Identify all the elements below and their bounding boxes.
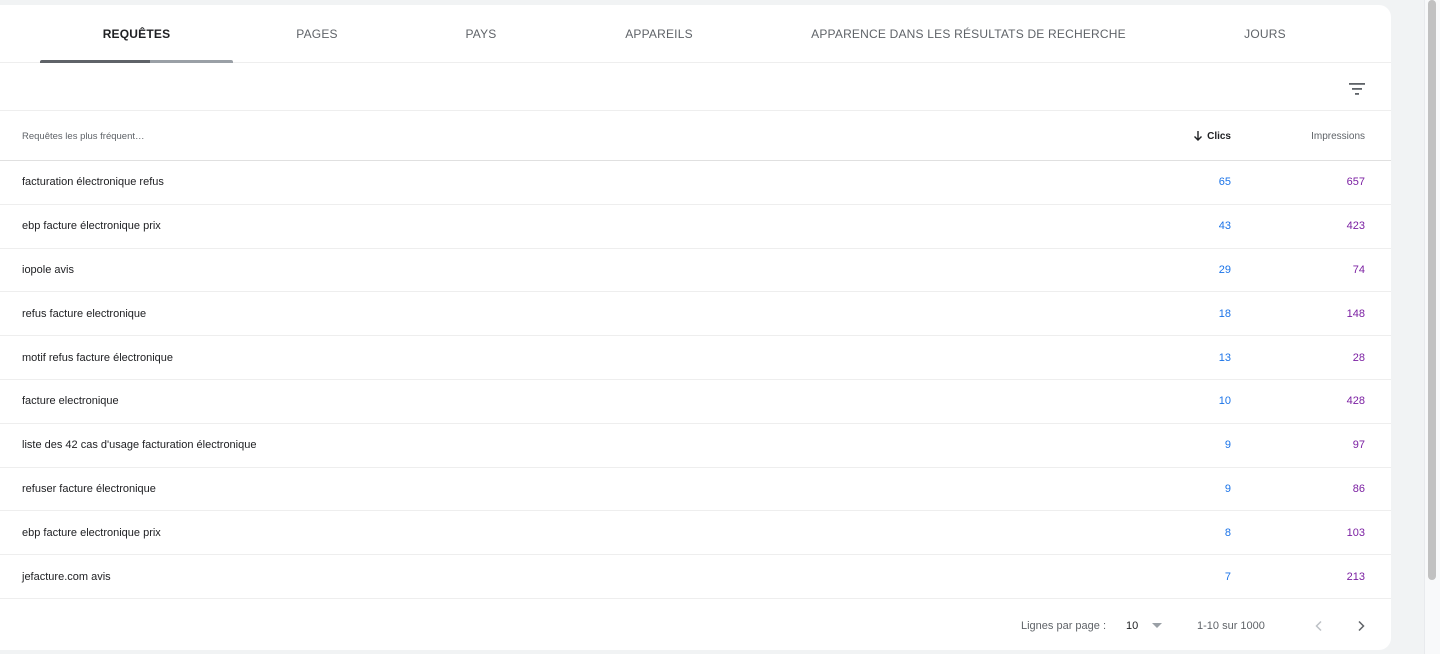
clicks-cell: 13 — [1218, 351, 1231, 364]
dimension-tabs: REQUÊTES PAGES PAYS APPAREILS APPARENCE … — [0, 5, 1391, 63]
clicks-cell: 8 — [1224, 526, 1231, 539]
filter-toolbar — [0, 63, 1391, 111]
dropdown-arrow-icon — [1152, 623, 1163, 628]
tab-search-appearance[interactable]: APPARENCE DANS LES RÉSULTATS DE RECHERCH… — [757, 5, 1180, 63]
query-cell: iopole avis — [22, 263, 74, 276]
query-cell: facturation électronique refus — [22, 176, 164, 189]
query-cell: ebp facture electronique prix — [22, 526, 161, 539]
impressions-cell: 213 — [1346, 570, 1365, 583]
impressions-cell: 28 — [1352, 351, 1365, 364]
pagination-range: 1-10 sur 1000 — [1197, 620, 1265, 632]
query-cell: refuser facture électronique — [22, 482, 156, 495]
table-row[interactable]: refus facture electronique 18 148 — [0, 292, 1391, 337]
clicks-cell: 18 — [1218, 307, 1231, 320]
query-cell: refus facture electronique — [22, 307, 147, 320]
clicks-cell: 7 — [1224, 570, 1231, 583]
clicks-cell: 43 — [1218, 220, 1231, 233]
query-cell: liste des 42 cas d'usage facturation éle… — [22, 439, 257, 452]
next-page-button[interactable] — [1349, 614, 1373, 638]
rows-per-page-select[interactable]: 10 — [1126, 602, 1163, 650]
table-header: Requêtes les plus fréquent… Clics Impres… — [0, 111, 1391, 161]
impressions-cell: 97 — [1352, 439, 1365, 452]
tab-countries[interactable]: PAYS — [401, 5, 561, 63]
table-row[interactable]: facturation électronique refus 65 657 — [0, 161, 1391, 205]
column-header-query[interactable]: Requêtes les plus fréquent… — [22, 111, 145, 161]
column-header-clicks[interactable]: Clics — [1193, 111, 1231, 161]
tab-pages[interactable]: PAGES — [233, 5, 401, 63]
scrollbar-thumb[interactable] — [1428, 0, 1436, 580]
clicks-cell: 65 — [1218, 176, 1231, 189]
impressions-cell: 74 — [1352, 263, 1365, 276]
previous-page-button[interactable] — [1307, 614, 1331, 638]
tab-queries[interactable]: REQUÊTES — [40, 5, 233, 63]
chevron-right-icon — [1358, 620, 1365, 632]
table-row[interactable]: iopole avis 29 74 — [0, 249, 1391, 293]
table-row[interactable]: liste des 42 cas d'usage facturation éle… — [0, 424, 1391, 468]
query-cell: facture electronique — [22, 395, 119, 408]
tab-devices[interactable]: APPAREILS — [561, 5, 757, 63]
impressions-cell: 103 — [1346, 526, 1365, 539]
rows-per-page-label: Lignes par page : — [1021, 620, 1107, 632]
clicks-cell: 10 — [1218, 395, 1231, 408]
impressions-cell: 657 — [1346, 176, 1365, 189]
tab-days[interactable]: JOURS — [1180, 5, 1350, 63]
table-row[interactable]: refuser facture électronique 9 86 — [0, 468, 1391, 512]
rows-per-page-value: 10 — [1126, 620, 1139, 632]
query-cell: ebp facture électronique prix — [22, 220, 161, 233]
impressions-cell: 148 — [1346, 307, 1365, 320]
impressions-cell: 423 — [1346, 220, 1365, 233]
performance-table-card: REQUÊTES PAGES PAYS APPAREILS APPARENCE … — [0, 5, 1391, 650]
page-scrollbar[interactable] — [1424, 0, 1440, 654]
arrow-down-icon — [1194, 131, 1203, 141]
clicks-cell: 29 — [1218, 263, 1231, 276]
table-row[interactable]: motif refus facture électronique 13 28 — [0, 336, 1391, 380]
table-row[interactable]: ebp facture electronique prix 8 103 — [0, 511, 1391, 556]
clicks-cell: 9 — [1224, 439, 1231, 452]
query-cell: motif refus facture électronique — [22, 351, 174, 364]
column-header-clicks-label: Clics — [1207, 130, 1231, 142]
impressions-cell: 86 — [1352, 482, 1365, 495]
pagination-bar: Lignes par page : 10 1-10 sur 1000 — [0, 602, 1391, 650]
table-row[interactable]: jefacture.com avis 7 213 — [0, 555, 1391, 599]
table-row[interactable]: facture electronique 10 428 — [0, 380, 1391, 424]
impressions-cell: 428 — [1346, 395, 1365, 408]
column-header-impressions[interactable]: Impressions — [1311, 111, 1365, 161]
filter-list-icon[interactable] — [1345, 77, 1369, 101]
clicks-cell: 9 — [1224, 482, 1231, 495]
table-row[interactable]: ebp facture électronique prix 43 423 — [0, 205, 1391, 249]
query-cell: jefacture.com avis — [22, 570, 111, 583]
chevron-left-icon — [1315, 620, 1322, 632]
table-body: facturation électronique refus 65 657 eb… — [0, 161, 1391, 599]
